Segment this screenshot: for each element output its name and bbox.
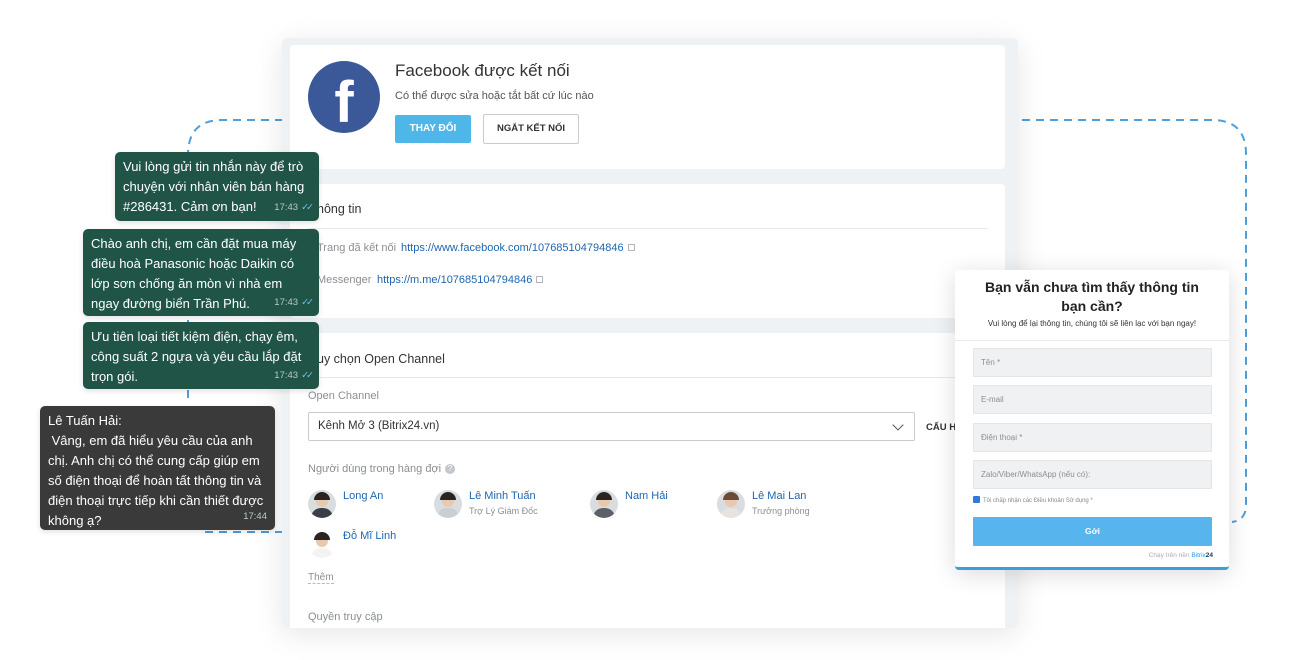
- message-meta: 17:44: [243, 507, 267, 527]
- chevron-down-icon: [892, 419, 904, 431]
- submit-button[interactable]: Gởi: [973, 517, 1212, 546]
- queue-users-label: Người dùng trong hàng đợi?: [308, 463, 456, 475]
- bitrix-logo-number: 24: [1205, 552, 1213, 559]
- connection-subtitle: Có thể được sửa hoặc tắt bất cứ lúc nào: [395, 90, 594, 102]
- facebook-connected-card: f Facebook được kết nối Có thể được sửa …: [290, 45, 1005, 169]
- avatar: [717, 490, 745, 518]
- email-field[interactable]: E-mail: [973, 385, 1212, 414]
- user-name: Lê Mai Lan: [752, 490, 807, 502]
- open-channel-selected-value: Kênh Mở 3 (Bitrix24.vn): [318, 420, 440, 432]
- message-meta: 17:43 ✓✓: [274, 293, 314, 313]
- messenger-label: Messenger: [317, 274, 372, 286]
- name-field[interactable]: Tên *: [973, 348, 1212, 377]
- message-text: Lê Tuấn Hải: Vâng, em đã hiểu yêu cầu củ…: [48, 413, 264, 528]
- open-channel-card: uy chọn Open Channel Open Channel Kênh M…: [290, 333, 1005, 628]
- powered-by: Chạy trên nền Bitrix24: [1149, 552, 1213, 559]
- user-name: Nam Hải: [625, 490, 668, 502]
- message-time: 17:44: [243, 511, 267, 522]
- user-role: Trợ Lý Giám Đốc: [469, 506, 538, 516]
- powered-prefix: Chạy trên nền: [1148, 552, 1190, 559]
- contact-form: Bạn vẫn chưa tìm thấy thông tin bạn cần?…: [955, 270, 1229, 570]
- message-meta: 17:43 ✓✓: [274, 366, 314, 386]
- page-label: Trang đã kết nối: [317, 242, 397, 254]
- avatar: [434, 490, 462, 518]
- page-url-text: https://www.facebook.com/107685104794846: [401, 242, 624, 254]
- avatar: [308, 490, 336, 518]
- info-section-title: hông tin: [317, 202, 362, 216]
- info-card: hông tin Trang đã kết nối https://www.fa…: [290, 184, 1005, 318]
- chat-message: Ưu tiên loại tiết kiệm điện, chạy êm, cô…: [83, 322, 319, 389]
- phone-field[interactable]: Điện thoại *: [973, 423, 1212, 452]
- avatar: [308, 530, 336, 558]
- access-label: Quyền truy cập: [308, 611, 383, 623]
- message-meta: 17:43 ✓✓: [274, 198, 314, 218]
- chat-message: Chào anh chị, em cần đặt mua máy điều ho…: [83, 229, 319, 316]
- external-link-icon: [536, 275, 544, 283]
- stage: f Facebook được kết nối Có thể được sửa …: [0, 0, 1300, 660]
- message-time: 17:43: [274, 297, 299, 308]
- user-role: Trưởng phòng: [752, 506, 810, 516]
- messenger-url-link[interactable]: https://m.me/107685104794846: [377, 274, 544, 286]
- divider: [308, 228, 988, 229]
- change-button[interactable]: THAY ĐỔI: [395, 115, 471, 143]
- settings-panel: f Facebook được kết nối Có thể được sửa …: [282, 38, 1018, 628]
- user-name: Đỗ Mĩ Linh: [343, 530, 397, 542]
- terms-label: Tôi chấp nhận các Điều khoản Sử dụng *: [983, 498, 1093, 505]
- open-channel-select[interactable]: Kênh Mở 3 (Bitrix24.vn): [308, 412, 915, 441]
- message-time: 17:43: [274, 370, 299, 381]
- page-url-link[interactable]: https://www.facebook.com/107685104794846: [401, 242, 635, 254]
- terms-checkbox[interactable]: Tôi chấp nhận các Điều khoản Sử dụng *: [973, 496, 1093, 505]
- avatar: [590, 490, 618, 518]
- open-channel-field-label: Open Channel: [308, 390, 379, 402]
- form-title: Bạn vẫn chưa tìm thấy thông tin bạn cần?: [985, 279, 1199, 314]
- configure-button[interactable]: CẤU H: [926, 422, 956, 433]
- form-subtitle: Vui lòng để lại thông tin, chúng tôi sẽ …: [987, 319, 1197, 328]
- open-channel-section-title: uy chọn Open Channel: [317, 352, 445, 366]
- user-name: Long An: [343, 490, 384, 502]
- checkbox-checked-icon: [973, 496, 980, 503]
- queue-users-text: Người dùng trong hàng đợi: [308, 463, 442, 475]
- bitrix-logo: Bitrix: [1191, 552, 1206, 559]
- facebook-icon: f: [308, 61, 380, 133]
- divider: [308, 377, 988, 378]
- messenger-contact-field[interactable]: Zalo/Viber/WhatsApp (nếu có):: [973, 460, 1212, 489]
- user-name: Lê Minh Tuấn: [469, 490, 536, 502]
- message-time: 17:43: [274, 202, 299, 213]
- external-link-icon: [627, 243, 635, 251]
- read-check-icon: ✓✓: [301, 370, 314, 381]
- more-link[interactable]: Thêm: [308, 572, 334, 584]
- read-check-icon: ✓✓: [301, 297, 314, 308]
- help-icon[interactable]: ?: [445, 464, 456, 475]
- chat-message: Vui lòng gửi tin nhắn này để trò chuyện …: [115, 152, 319, 221]
- chat-reply-message: Lê Tuấn Hải: Vâng, em đã hiểu yêu cầu củ…: [40, 406, 275, 530]
- divider: [955, 340, 1229, 341]
- disconnect-button[interactable]: NGẮT KẾT NỐI: [483, 114, 579, 144]
- read-check-icon: ✓✓: [301, 202, 314, 213]
- connection-title: Facebook được kết nối: [395, 61, 570, 80]
- messenger-url-text: https://m.me/107685104794846: [377, 274, 533, 286]
